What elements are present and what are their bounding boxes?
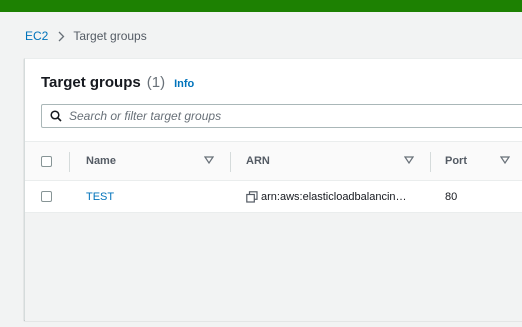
column-divider [430,152,431,172]
arn-value: arn:aws:elasticloadbalancin… [261,190,407,203]
row-checkbox[interactable] [41,191,52,202]
row-select-cell [41,181,52,212]
column-header-name-label: Name [86,155,116,167]
table-row[interactable]: TEST arn:aws:elasticloadbalancin… 80 [25,181,522,213]
chevron-right-icon [58,31,65,42]
info-link[interactable]: Info [174,78,194,90]
copy-icon[interactable] [246,190,258,203]
page-title: Target groups [41,74,141,91]
top-header-bar [0,0,522,12]
breadcrumb-ec2-link[interactable]: EC2 [25,29,48,43]
column-header-arn-label: ARN [246,155,270,167]
item-count: (1) [146,74,166,91]
caret-down-icon[interactable] [404,156,414,164]
table-empty-area [25,213,522,321]
breadcrumb-current: Target groups [73,29,147,43]
column-header-name[interactable]: Name [86,142,116,180]
select-all-cell [41,142,52,180]
port-value: 80 [445,190,458,203]
cell-arn: arn:aws:elasticloadbalancin… [246,181,407,212]
panel-header: Target groups (1) Info [41,74,194,91]
target-group-name-link[interactable]: TEST [86,191,114,203]
search-box[interactable] [41,104,522,128]
search-input[interactable] [69,109,489,123]
table-header: Name ARN Port [25,141,522,181]
search-icon [50,110,62,122]
cell-port: 80 [445,181,457,212]
target-groups-panel: Target groups (1) Info Name ARN Port [24,58,522,321]
cell-name: TEST [86,181,114,212]
column-header-arn[interactable]: ARN [246,142,270,180]
caret-down-icon[interactable] [500,156,510,164]
column-divider [69,152,70,172]
column-header-port[interactable]: Port [445,142,467,180]
select-all-checkbox[interactable] [41,155,52,167]
column-header-port-label: Port [445,155,467,167]
caret-down-icon[interactable] [204,156,214,164]
column-divider [230,152,231,172]
breadcrumb: EC2 Target groups [25,28,147,44]
